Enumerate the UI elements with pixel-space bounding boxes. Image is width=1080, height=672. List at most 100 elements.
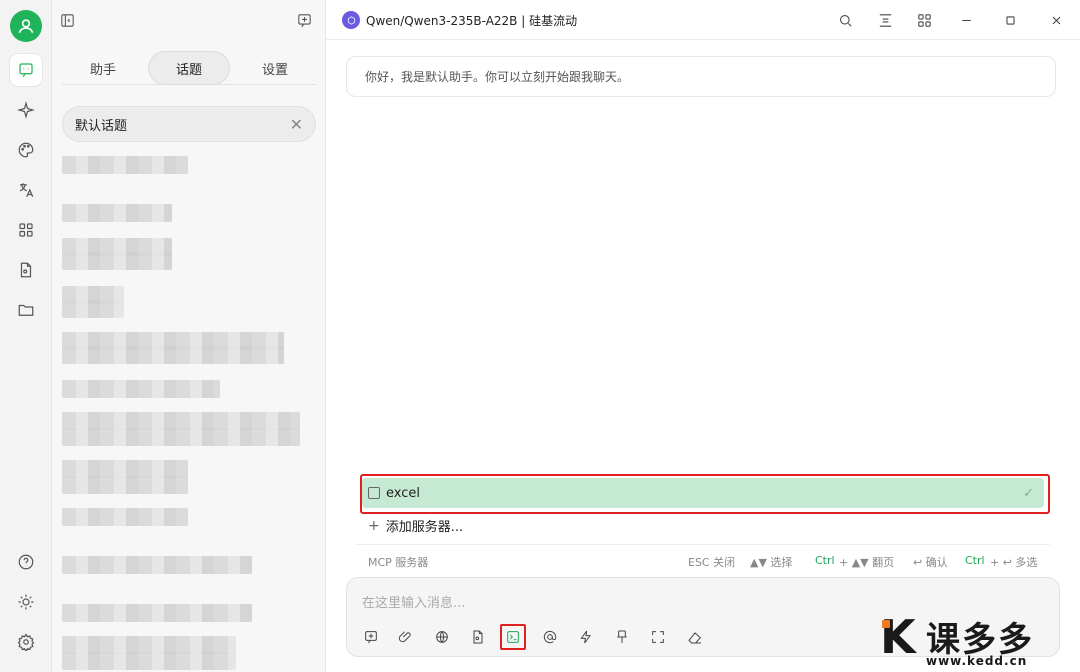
blurred-topic-item[interactable]: [62, 346, 284, 364]
current-topic-item[interactable]: 默认话题 ✕: [62, 106, 316, 142]
folder-nav-button[interactable]: [10, 294, 42, 326]
plus-icon: +: [368, 517, 380, 534]
close-window-button[interactable]: [1045, 9, 1067, 31]
layout-button[interactable]: [874, 9, 896, 31]
layout-icon: [879, 13, 891, 27]
new-topic-button[interactable]: [293, 9, 315, 31]
lightning-icon: [580, 630, 591, 644]
paint-nav-button[interactable]: [10, 134, 42, 166]
watermark-url: www.kedd.cn: [926, 654, 1028, 668]
knowledge-button[interactable]: [467, 626, 489, 648]
hint-select: ▲▼ 选择: [750, 556, 793, 569]
new-chat-icon: [365, 631, 377, 644]
hint-ctrl-multi: Ctrl: [965, 554, 985, 567]
close-icon: [1052, 16, 1060, 24]
chat-header: Qwen/Qwen3-235B-A22B | 硅基流动: [326, 0, 1080, 40]
hint-multi: + ↩ 多选: [990, 556, 1038, 569]
web-search-button[interactable]: [431, 626, 453, 648]
mcp-footer: MCP 服务器 ESC 关闭 ▲▼ 选择 Ctrl + ▲▼ 翻页 ↩ 确认 C…: [356, 544, 1050, 578]
minimize-button[interactable]: [955, 9, 977, 31]
brush-icon: [617, 630, 627, 643]
blurred-topic-item[interactable]: [62, 252, 172, 270]
chat-nav-button[interactable]: [10, 54, 42, 86]
model-selector[interactable]: Qwen/Qwen3-235B-A22B | 硅基流动: [366, 12, 577, 29]
panel-tabs: 助手 话题 设置: [62, 51, 316, 85]
apps-button[interactable]: [913, 9, 935, 31]
paperclip-icon: [398, 631, 411, 643]
new-topic-tool-button[interactable]: [360, 626, 382, 648]
terminal-icon: [507, 631, 519, 643]
hint-page: + ▲▼ 翻页: [839, 556, 895, 569]
agents-nav-button[interactable]: [10, 94, 42, 126]
user-avatar[interactable]: [10, 10, 42, 42]
tab-assistant[interactable]: 助手: [62, 51, 144, 85]
blurred-topic-item[interactable]: [62, 300, 124, 318]
blurred-topic-item[interactable]: [62, 604, 252, 622]
mention-button[interactable]: [539, 626, 561, 648]
at-icon: [543, 630, 557, 644]
chat-icon: [19, 63, 33, 78]
clear-context-button[interactable]: [611, 626, 633, 648]
translate-icon: [19, 183, 34, 197]
help-icon: [18, 554, 34, 570]
watermark-logo: K 课多多 www.kedd.cn: [880, 608, 1080, 672]
gear-icon: [17, 633, 35, 651]
blurred-topic-item[interactable]: [62, 652, 236, 670]
maximize-icon: [1005, 15, 1015, 25]
add-server-label: 添加服务器...: [385, 520, 464, 535]
apps-nav-button[interactable]: [10, 214, 42, 246]
hint-ctrl-page: Ctrl: [815, 554, 835, 567]
eraser-icon: [688, 632, 702, 644]
blurred-topic-item[interactable]: [62, 380, 220, 398]
topic-panel: 助手 话题 设置 默认话题 ✕: [52, 0, 326, 672]
hint-confirm: ↩ 确认: [913, 556, 948, 569]
attach-button[interactable]: [395, 626, 417, 648]
user-icon: [18, 19, 34, 34]
help-button[interactable]: [10, 546, 42, 578]
message-input-placeholder[interactable]: 在这里输入消息...: [362, 592, 465, 611]
current-topic-label: 默认话题: [75, 118, 128, 134]
assistant-welcome-message: 你好，我是默认助手。你可以立刻开始跟我聊天。: [346, 56, 1056, 97]
theme-toggle-button[interactable]: [10, 586, 42, 618]
highlight-annotation: [360, 474, 1050, 514]
sidebar-toggle-icon: [60, 13, 74, 27]
minimize-icon: [961, 19, 971, 21]
close-icon[interactable]: ✕: [290, 115, 303, 134]
add-server-button[interactable]: + 添加服务器...: [368, 516, 464, 536]
blurred-topic-item[interactable]: [62, 508, 188, 526]
grid-icon: [19, 223, 33, 237]
search-button[interactable]: [834, 9, 856, 31]
document-icon: [20, 262, 32, 278]
globe-icon: [436, 631, 448, 643]
new-chat-icon: [297, 13, 311, 27]
logo-k-mark: K: [880, 610, 916, 664]
search-icon: [839, 14, 852, 27]
fullscreen-icon: [652, 631, 664, 643]
quick-phrase-button[interactable]: [575, 626, 597, 648]
translate-nav-button[interactable]: [10, 174, 42, 206]
expand-button[interactable]: [647, 626, 669, 648]
blurred-topic-item[interactable]: [62, 204, 172, 222]
blurred-topic-item[interactable]: [62, 156, 188, 174]
sparkle-icon: [17, 101, 35, 119]
tab-topics[interactable]: 话题: [148, 51, 230, 85]
welcome-text: 你好，我是默认助手。你可以立刻开始跟我聊天。: [365, 70, 630, 84]
maximize-button[interactable]: [999, 9, 1021, 31]
mcp-footer-title: MCP 服务器: [368, 556, 429, 569]
toggle-sidebar-button[interactable]: [56, 9, 78, 31]
model-logo-icon: [342, 11, 360, 29]
blurred-topic-item[interactable]: [62, 476, 188, 494]
blurred-topic-item[interactable]: [62, 428, 300, 446]
grid-icon: [917, 13, 931, 27]
blurred-topic-item[interactable]: [62, 556, 252, 574]
settings-button[interactable]: [10, 626, 42, 658]
folder-icon: [18, 304, 34, 316]
hint-esc: ESC 关闭: [688, 556, 736, 569]
mcp-tools-button[interactable]: [500, 624, 526, 650]
panel-toolbar: [52, 0, 326, 40]
tab-settings[interactable]: 设置: [234, 51, 316, 85]
left-rail: [0, 0, 52, 672]
sun-icon: [18, 594, 34, 610]
clear-button[interactable]: [684, 626, 706, 648]
files-nav-button[interactable]: [10, 254, 42, 286]
